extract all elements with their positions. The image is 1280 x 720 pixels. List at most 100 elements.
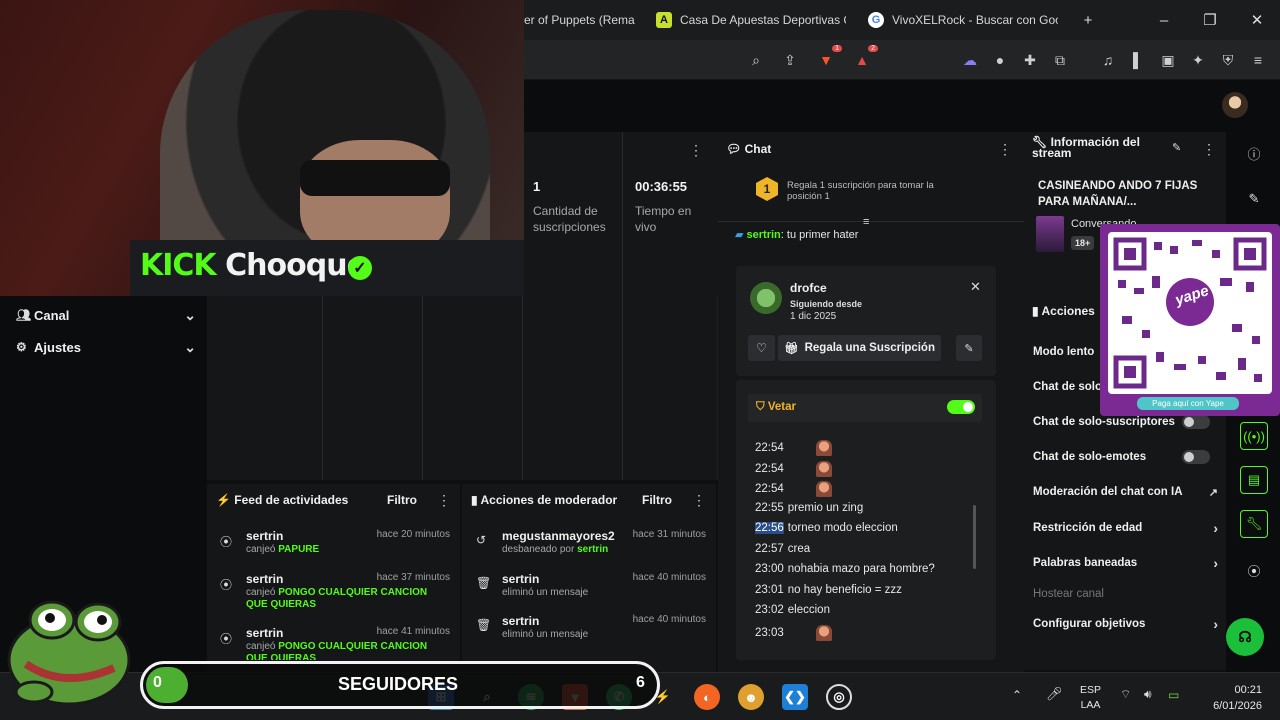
- leo-ai-icon[interactable]: ✦: [1186, 48, 1210, 72]
- scrollbar[interactable]: [973, 505, 976, 569]
- veto-toggle[interactable]: [947, 400, 975, 414]
- gift-subscription-button[interactable]: 🎁︎ Regala una Suscripción: [778, 335, 941, 361]
- action-item[interactable]: Chat de solo-emotes: [1033, 447, 1218, 467]
- maximize-button[interactable]: ❐: [1198, 8, 1222, 32]
- action-label: Palabras baneadas: [1033, 557, 1138, 569]
- obs-icon[interactable]: ◎: [826, 684, 852, 710]
- chevron-down-icon: ⌄: [184, 306, 196, 323]
- broadcast-button[interactable]: ((•)): [1240, 422, 1268, 450]
- chat-message[interactable]: 23:00 nohabia mazo para hombre?: [755, 563, 935, 575]
- tools-button[interactable]: 🔧︎: [1240, 510, 1268, 538]
- filter-icon[interactable]: ≡: [863, 216, 869, 228]
- chat-message[interactable]: 22:54: [755, 440, 832, 456]
- vpn-icon[interactable]: ⛨: [1216, 48, 1240, 72]
- pen-icon[interactable]: ✎: [1244, 189, 1264, 209]
- headset-support-button[interactable]: ☊: [1226, 618, 1264, 656]
- mod-description: desbaneado por sertrin: [502, 544, 609, 555]
- minimize-button[interactable]: –: [1152, 8, 1176, 32]
- sidebar-icon[interactable]: ▌: [1126, 48, 1150, 72]
- brave-badge: 1: [832, 45, 842, 52]
- group-icon[interactable]: ⦿: [1244, 560, 1264, 580]
- close-icon[interactable]: ✕: [970, 279, 981, 295]
- message-time: 22:54: [755, 483, 784, 496]
- user-avatar[interactable]: [1222, 92, 1248, 118]
- sidebar-item-canal[interactable]: 👥︎ Canal ⌄: [16, 303, 196, 327]
- activity-filter-button[interactable]: Filtro: [387, 493, 417, 507]
- action-toggle[interactable]: [1182, 415, 1210, 429]
- vscode-icon[interactable]: ❮❯: [782, 684, 808, 710]
- feed-username[interactable]: sertrin: [246, 572, 283, 586]
- chat-menu-icon[interactable]: ⋮: [998, 141, 1012, 158]
- chat-message[interactable]: 23:01 no hay beneficio = zzz: [755, 584, 902, 596]
- screenshot-icon[interactable]: ⧉: [1048, 48, 1072, 72]
- mod-tools-button[interactable]: ✎: [956, 335, 982, 361]
- action-item[interactable]: Hostear canal: [1033, 584, 1218, 604]
- new-tab-button[interactable]: +: [1076, 8, 1100, 32]
- stats-menu-icon[interactable]: ⋮: [689, 142, 703, 160]
- message-text: crea: [787, 542, 811, 555]
- layout-button[interactable]: ▤: [1240, 466, 1268, 494]
- chat-message[interactable]: 22:57 crea: [755, 543, 810, 555]
- battery-icon[interactable]: ▭: [1168, 688, 1179, 702]
- sidebar-item-ajustes[interactable]: ⚙ Ajustes ⌄: [16, 335, 196, 359]
- mod-username[interactable]: sertrin: [502, 614, 539, 628]
- clock[interactable]: 00:21 6/01/2026: [1204, 682, 1262, 714]
- brave-shield-icon[interactable]: ▼ 1: [814, 45, 842, 72]
- message-text: nohabia mazo para hombre?: [787, 563, 935, 575]
- chevron-right-icon: ›: [1213, 555, 1218, 571]
- message-time: 22:56: [755, 522, 784, 534]
- stream-info-menu-icon[interactable]: ⋮: [1202, 141, 1216, 158]
- wallet-icon[interactable]: ▣: [1156, 48, 1180, 72]
- list-item: 🗑︎ sertrin hace 40 minutos eliminó un me…: [476, 572, 706, 604]
- action-item[interactable]: Moderación del chat con IA ↗: [1033, 482, 1218, 502]
- game-icon[interactable]: ☻: [738, 684, 764, 710]
- extension-ghost-icon[interactable]: ☁: [958, 48, 982, 72]
- kick-channel-tag: KICK Chooque: [140, 248, 367, 283]
- share-icon[interactable]: ⇪: [778, 48, 802, 72]
- mod-filter-button[interactable]: Filtro: [642, 493, 672, 507]
- mod-username[interactable]: megustanmayores2: [502, 529, 615, 543]
- follow-heart-button[interactable]: ♡: [748, 335, 775, 361]
- action-item[interactable]: Configurar objetivos ›: [1033, 614, 1218, 634]
- action-item[interactable]: Restricción de edad ›: [1033, 518, 1218, 538]
- feed-username[interactable]: sertrin: [246, 529, 283, 543]
- chevron-up-icon[interactable]: ⌃: [1012, 688, 1022, 702]
- zoom-icon[interactable]: ⌕: [744, 48, 768, 72]
- pepe-frog-sticker: [7, 600, 131, 706]
- grid-divider: [622, 132, 623, 480]
- gift-prompt[interactable]: Regala 1 suscripción para tomar la posic…: [787, 180, 957, 202]
- chat-message[interactable]: 22:56 torneo modo eleccion: [755, 522, 898, 534]
- action-label: Chat de solo: [1033, 381, 1103, 393]
- chat-message[interactable]: 23:03: [755, 624, 832, 641]
- rewards-icon[interactable]: ▲ 2: [850, 45, 878, 72]
- mod-username[interactable]: sertrin: [502, 572, 539, 586]
- crunchyroll-icon[interactable]: ◐: [694, 684, 720, 710]
- action-item[interactable]: Palabras baneadas ›: [1033, 553, 1218, 573]
- volume-icon[interactable]: 🔊︎: [1144, 687, 1152, 702]
- feed-username[interactable]: sertrin: [246, 626, 283, 640]
- language-indicator[interactable]: ESP LAA: [1080, 683, 1101, 713]
- activity-menu-icon[interactable]: ⋮: [437, 492, 451, 509]
- tab-betting[interactable]: A Casa De Apuestas Deportivas C: [656, 6, 846, 34]
- message-time: 23:00: [755, 563, 784, 575]
- wifi-icon[interactable]: ⌔: [1120, 687, 1131, 702]
- chat-message[interactable]: 22:54: [755, 481, 832, 497]
- action-toggle[interactable]: [1182, 450, 1210, 464]
- extensions-puzzle-icon[interactable]: ✚: [1018, 48, 1042, 72]
- pinned-username[interactable]: sertrin: [747, 229, 781, 241]
- extension-chat-icon[interactable]: ●: [988, 48, 1012, 72]
- edit-pencil-icon[interactable]: ✎: [1172, 141, 1181, 154]
- music-icon[interactable]: ♫: [1096, 48, 1120, 72]
- menu-icon[interactable]: ≡: [1246, 48, 1270, 72]
- tab-google-search[interactable]: G VivoXELRock - Buscar con Goo: [868, 6, 1058, 34]
- mod-menu-icon[interactable]: ⋮: [692, 492, 706, 509]
- unban-icon: ↺: [476, 533, 487, 547]
- tab-music[interactable]: er of Puppets (Rema: [524, 6, 636, 34]
- microphone-icon[interactable]: 🎤︎: [1046, 686, 1063, 702]
- streamer-glasses: [300, 160, 450, 196]
- close-window-button[interactable]: ✕: [1245, 8, 1269, 32]
- chat-message[interactable]: 22:54: [755, 460, 832, 477]
- info-icon[interactable]: ⓘ: [1244, 143, 1264, 163]
- chat-message[interactable]: 23:02 eleccion: [755, 604, 830, 616]
- chat-message[interactable]: 22:55 premio un zing: [755, 502, 863, 514]
